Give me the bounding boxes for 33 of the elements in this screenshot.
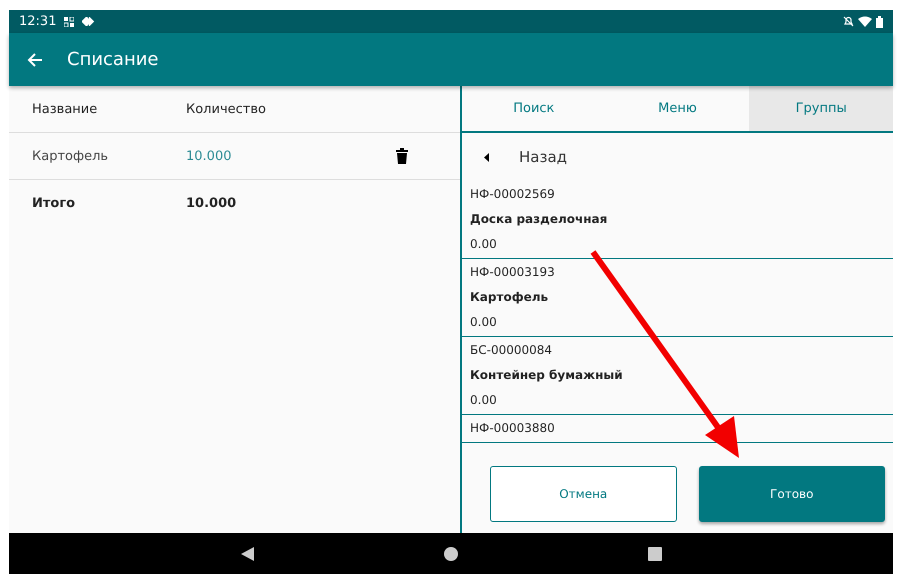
- wifi-icon: [858, 16, 872, 27]
- product-quantity: 0.00: [470, 393, 498, 407]
- back-button[interactable]: Назад: [519, 148, 568, 166]
- trash-icon[interactable]: [396, 148, 408, 164]
- column-header: Название: [32, 102, 98, 116]
- product-code[interactable]: НФ-00003193: [470, 265, 885, 279]
- caret-icon[interactable]: [484, 152, 489, 162]
- product-quantity: 0.00: [470, 237, 498, 251]
- product-name[interactable]: Картофель: [470, 290, 885, 304]
- cancel-button[interactable]: Отмена: [490, 466, 676, 522]
- back-arrow-icon[interactable]: [27, 52, 43, 68]
- total-label: Итого: [32, 196, 76, 210]
- recents-icon[interactable]: [648, 546, 662, 560]
- back-nav-icon[interactable]: [240, 546, 254, 560]
- notification-icon: [64, 16, 74, 26]
- table-cell-text: Картофель: [32, 148, 110, 164]
- product-code[interactable]: БС-00000084: [470, 343, 885, 357]
- total-value: 10.000: [186, 196, 238, 210]
- product-code[interactable]: НФ-00002569: [470, 187, 885, 201]
- clock: 12:31: [19, 14, 56, 29]
- tab[interactable]: Группы: [749, 86, 894, 131]
- diamond-icon: [82, 17, 96, 26]
- product-name[interactable]: Контейнер бумажный: [470, 368, 885, 382]
- product-code[interactable]: НФ-00003880: [470, 421, 885, 435]
- screen-title: Списание: [67, 49, 159, 70]
- column-header: Количество: [186, 102, 267, 116]
- done-button[interactable]: Готово: [698, 466, 885, 522]
- product-name[interactable]: Доска разделочная: [470, 212, 885, 226]
- battery-icon: [876, 16, 883, 28]
- product-quantity: 0.00: [470, 315, 498, 329]
- quantity-cell[interactable]: 10.000: [186, 148, 396, 164]
- home-icon[interactable]: [444, 546, 458, 560]
- bell-off-icon: [843, 16, 854, 27]
